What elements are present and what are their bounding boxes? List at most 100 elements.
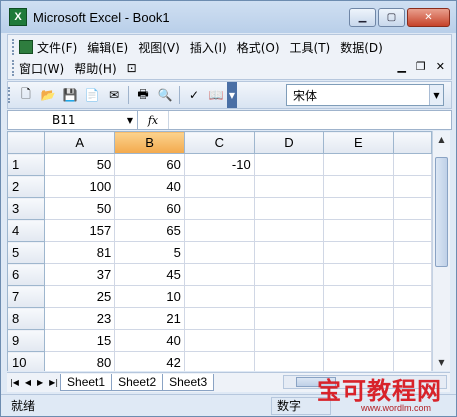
menu-data[interactable]: 数据(D) — [340, 39, 383, 56]
cell-c4[interactable] — [183, 219, 255, 242]
close-button[interactable]: ✕ — [407, 8, 450, 27]
cell-a4[interactable]: 157 — [44, 219, 116, 242]
cell-b9[interactable]: 40 — [114, 329, 185, 352]
sheet-tab-2[interactable]: Sheet2 — [111, 374, 164, 391]
menu-window[interactable]: 窗口(W) — [19, 60, 64, 77]
cell-f1[interactable] — [392, 153, 432, 176]
sheet-tab-3[interactable]: Sheet3 — [162, 374, 215, 391]
cell-a10[interactable]: 80 — [44, 351, 116, 371]
cell-d4[interactable] — [253, 219, 325, 242]
scroll-up-icon[interactable]: ▲ — [433, 131, 450, 148]
doc-restore-icon[interactable]: ❐ — [416, 60, 426, 73]
menu-format[interactable]: 格式(O) — [237, 39, 280, 56]
cell-d7[interactable] — [253, 285, 325, 308]
cell-a9[interactable]: 15 — [44, 329, 116, 352]
cell-a5[interactable]: 81 — [44, 241, 116, 264]
cell-d3[interactable] — [253, 197, 325, 220]
cell-d8[interactable] — [253, 307, 325, 330]
cell-e3[interactable] — [323, 197, 394, 220]
cell-f2[interactable] — [392, 175, 432, 198]
row-header[interactable]: 3 — [7, 197, 46, 220]
row-header[interactable]: 4 — [7, 219, 46, 242]
cell-e9[interactable] — [323, 329, 394, 352]
column-header-a[interactable]: A — [44, 131, 116, 154]
cell-b2[interactable]: 40 — [114, 175, 185, 198]
column-header-c[interactable]: C — [183, 131, 255, 154]
font-name-select[interactable]: 宋体 ▼ — [286, 84, 444, 106]
menu-grip[interactable] — [12, 39, 15, 55]
name-box[interactable]: B11 ▼ — [8, 111, 138, 129]
scroll-thumb[interactable] — [435, 157, 448, 267]
menu-grip-2[interactable] — [12, 60, 15, 76]
cell-e5[interactable] — [323, 241, 394, 264]
cell-b3[interactable]: 60 — [114, 197, 185, 220]
cell-f8[interactable] — [392, 307, 432, 330]
cell-f9[interactable] — [392, 329, 432, 352]
row-header[interactable]: 7 — [7, 285, 46, 308]
cell-c2[interactable] — [183, 175, 255, 198]
menu-insert[interactable]: 插入(I) — [190, 39, 227, 56]
cell-e8[interactable] — [323, 307, 394, 330]
prev-sheet-icon[interactable]: ◀ — [25, 378, 31, 387]
cell-d1[interactable] — [253, 153, 325, 176]
toolbar-grip[interactable] — [8, 87, 11, 103]
cell-d6[interactable] — [253, 263, 325, 286]
menu-help[interactable]: 帮助(H) — [74, 60, 116, 77]
cell-b8[interactable]: 21 — [114, 307, 185, 330]
cell-b5[interactable]: 5 — [114, 241, 185, 264]
cell-d10[interactable] — [253, 351, 325, 371]
cell-e10[interactable] — [323, 351, 394, 371]
cell-c10[interactable] — [183, 351, 255, 371]
chevron-down-icon[interactable]: ▼ — [429, 85, 443, 105]
cell-d2[interactable] — [253, 175, 325, 198]
cell-f7[interactable] — [392, 285, 432, 308]
formula-input[interactable] — [168, 111, 451, 129]
cell-e6[interactable] — [323, 263, 394, 286]
cell-b10[interactable]: 42 — [114, 351, 185, 371]
first-sheet-icon[interactable]: |◀ — [10, 378, 19, 387]
row-header[interactable]: 2 — [7, 175, 46, 198]
column-header-d[interactable]: D — [253, 131, 325, 154]
menu-file[interactable]: 文件(F) — [37, 39, 77, 56]
maximize-button[interactable]: ▢ — [378, 8, 405, 27]
chevron-down-icon[interactable]: ▼ — [123, 116, 137, 125]
permission-icon[interactable]: 📄 — [83, 86, 101, 104]
cell-c8[interactable] — [183, 307, 255, 330]
new-icon[interactable]: 🗋 — [17, 86, 35, 104]
cell-c9[interactable] — [183, 329, 255, 352]
cell-a8[interactable]: 23 — [44, 307, 116, 330]
workbook-icon[interactable] — [19, 40, 33, 54]
cell-f4[interactable] — [392, 219, 432, 242]
research-icon[interactable]: 📖 — [207, 86, 225, 104]
cell-c3[interactable] — [183, 197, 255, 220]
next-sheet-icon[interactable]: ▶ — [37, 378, 43, 387]
cell-a3[interactable]: 50 — [44, 197, 116, 220]
cell-b7[interactable]: 10 — [114, 285, 185, 308]
toolbar-options-icon[interactable]: ▼ — [227, 82, 237, 108]
menu-view[interactable]: 视图(V) — [138, 39, 180, 56]
cell-b1[interactable]: 60 — [114, 153, 185, 176]
cell-e2[interactable] — [323, 175, 394, 198]
cell-c7[interactable] — [183, 285, 255, 308]
scroll-down-icon[interactable]: ▼ — [433, 354, 450, 371]
vertical-scrollbar[interactable]: ▲ ▼ — [432, 131, 450, 371]
row-header[interactable]: 6 — [7, 263, 46, 286]
fx-icon[interactable]: fx — [138, 114, 168, 127]
help-icon[interactable]: ⊡ — [127, 61, 137, 75]
cell-f6[interactable] — [392, 263, 432, 286]
select-all-corner[interactable] — [7, 131, 46, 154]
mail-icon[interactable]: ✉ — [105, 86, 123, 104]
cell-a7[interactable]: 25 — [44, 285, 116, 308]
menu-edit[interactable]: 编辑(E) — [87, 39, 128, 56]
row-header[interactable]: 9 — [7, 329, 46, 352]
print-preview-icon[interactable]: 🔍 — [156, 86, 174, 104]
doc-minimize-icon[interactable]: ▁ — [397, 60, 405, 73]
save-icon[interactable]: 💾 — [61, 86, 79, 104]
cell-f5[interactable] — [392, 241, 432, 264]
sheet-tab-1[interactable]: Sheet1 — [60, 374, 113, 391]
cell-a1[interactable]: 50 — [44, 153, 116, 176]
cell-c5[interactable] — [183, 241, 255, 264]
print-icon[interactable]: 🖶 — [134, 86, 152, 104]
cell-c6[interactable] — [183, 263, 255, 286]
cell-e1[interactable] — [323, 153, 394, 176]
